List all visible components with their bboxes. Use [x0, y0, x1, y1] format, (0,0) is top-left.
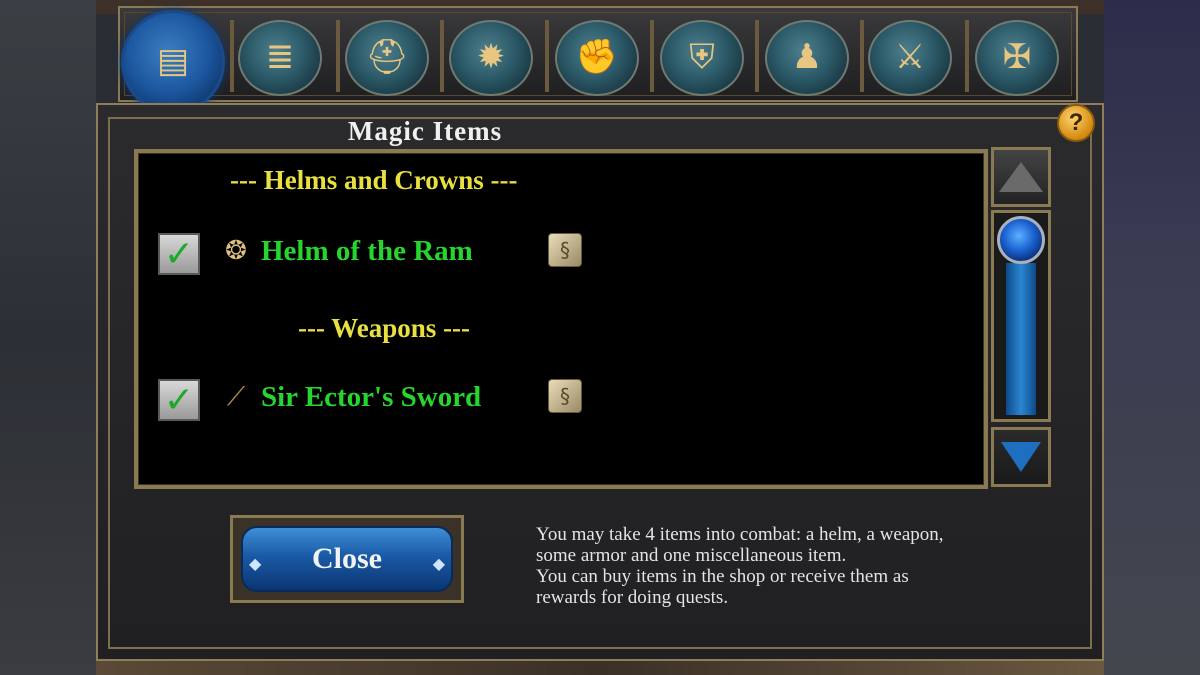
scroll-icon: ≣	[265, 39, 295, 76]
scrollbar-thumb[interactable]	[997, 216, 1045, 264]
treasure-chest-icon: ▤	[156, 43, 190, 80]
item-checkbox[interactable]: ✓	[158, 233, 200, 275]
diamond-left-icon: ◆	[249, 556, 262, 573]
category-header-helms: --- Helms and Crowns ---	[230, 165, 518, 195]
tab-scroll[interactable]: ≣	[238, 20, 322, 96]
arrow-down-icon	[1001, 442, 1041, 472]
scrollbar-track[interactable]	[991, 210, 1051, 422]
scroll-down-button[interactable]	[991, 427, 1051, 487]
red-shield-icon: ⛨	[689, 39, 715, 76]
tab-gauntlet[interactable]: ✊	[555, 20, 639, 96]
checkmark-icon: ✓	[163, 233, 195, 275]
item-name[interactable]: Helm of the Ram	[261, 235, 473, 268]
diamond-right-icon: ◆	[432, 556, 445, 573]
tab-shield[interactable]: ⛨	[660, 20, 744, 96]
scrollbar-fill	[1006, 263, 1036, 415]
arrow-up-icon	[999, 162, 1043, 192]
tab-magic-items[interactable]: ▤	[121, 10, 225, 114]
scroll-up-button[interactable]	[991, 147, 1051, 207]
tab-separator	[965, 20, 969, 92]
ram-helm-icon: ❂	[225, 236, 247, 266]
flail-icon: ⚔	[894, 39, 926, 76]
item-info-scroll-icon[interactable]: §	[548, 233, 582, 267]
info-text: You may take 4 items into combat: a helm…	[536, 524, 1066, 608]
tab-separator	[860, 20, 864, 92]
info-line: You may take 4 items into combat: a helm…	[536, 524, 944, 545]
item-name[interactable]: Sir Ector's Sword	[261, 381, 481, 414]
info-line: rewards for doing quests.	[536, 587, 729, 608]
gauntlet-icon: ✊	[575, 39, 619, 76]
tab-separator	[336, 20, 340, 92]
checkmark-icon: ✓	[163, 379, 195, 421]
background-bottom	[96, 660, 1104, 675]
tab-flail[interactable]: ⚔	[868, 20, 952, 96]
category-header-weapons: --- Weapons ---	[298, 313, 470, 343]
close-button-label: Close	[312, 542, 382, 575]
cross-icon: ✠	[1002, 39, 1032, 76]
background-right	[1104, 0, 1200, 675]
tab-separator	[440, 20, 444, 92]
info-line: some armor and one miscellaneous item.	[536, 545, 847, 566]
close-button[interactable]: ◆ Close ◆	[241, 526, 453, 592]
tab-separator	[230, 20, 234, 92]
item-info-scroll-icon[interactable]: §	[548, 379, 582, 413]
background-left	[0, 0, 96, 675]
tab-cross[interactable]: ✠	[975, 20, 1059, 96]
question-mark-icon: ?	[1068, 109, 1084, 136]
item-checkbox[interactable]: ✓	[158, 379, 200, 421]
blue-figure-icon: ♟	[791, 39, 823, 76]
magic-burst-icon: ✹	[476, 39, 506, 76]
tab-magic[interactable]: ✹	[449, 20, 533, 96]
info-line: You can buy items in the shop or receive…	[536, 566, 909, 587]
tab-separator	[755, 20, 759, 92]
tab-helmet[interactable]: ⛑	[345, 20, 429, 96]
help-button[interactable]: ?	[1057, 104, 1095, 142]
tab-figure[interactable]: ♟	[765, 20, 849, 96]
panel-title: Magic Items	[347, 116, 503, 146]
list-item: ✓ ⟋ Sir Ector's Sword §	[158, 379, 978, 423]
close-button-frame: ◆ Close ◆	[230, 515, 464, 603]
item-list: --- Helms and Crowns --- ✓ ❂ Helm of the…	[134, 149, 988, 489]
list-item: ✓ ❂ Helm of the Ram §	[158, 233, 978, 277]
tab-separator	[650, 20, 654, 92]
tab-separator	[545, 20, 549, 92]
knight-helmet-icon: ⛑	[365, 39, 409, 76]
sword-icon: ⟋	[226, 381, 246, 412]
